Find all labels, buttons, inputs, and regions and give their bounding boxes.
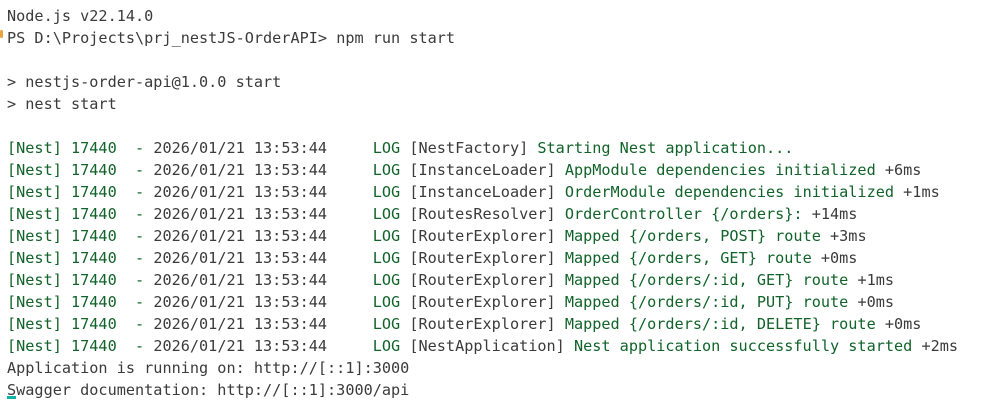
log-prefix: [Nest] 17440 - xyxy=(7,249,154,267)
log-line: [Nest] 17440 - 2026/01/21 13:53:44 LOG [… xyxy=(7,203,1001,225)
log-prefix: [Nest] 17440 - xyxy=(7,227,154,245)
log-message: AppModule dependencies initialized xyxy=(564,161,876,179)
log-timestamp: 2026/01/21 13:53:44 xyxy=(153,205,328,223)
log-context: [InstanceLoader] xyxy=(409,161,556,179)
swagger-docs-line: Swagger documentation: http://[::1]:3000… xyxy=(7,381,410,399)
log-line: [Nest] 17440 - 2026/01/21 13:53:44 LOG [… xyxy=(7,335,1001,357)
log-prefix: [Nest] 17440 - xyxy=(7,293,154,311)
log-message: Mapped {/orders, GET} route xyxy=(564,249,812,267)
log-timing: +1ms xyxy=(857,271,895,289)
log-message: OrderModule dependencies initialized xyxy=(564,183,894,201)
log-timing: +3ms xyxy=(830,227,867,245)
log-timestamp: 2026/01/21 13:53:44 xyxy=(153,271,328,289)
terminal-output[interactable]: Node.js v22.14.0 PS D:\Projects\prj_nest… xyxy=(0,0,1001,402)
log-level: LOG xyxy=(372,271,401,289)
log-timestamp: 2026/01/21 13:53:44 xyxy=(153,227,328,245)
npm-script-line: > nest start xyxy=(7,95,117,113)
terminal-cursor xyxy=(7,396,16,399)
log-level: LOG xyxy=(372,315,401,333)
log-prefix: [Nest] 17440 - xyxy=(7,183,154,201)
log-prefix: [Nest] 17440 - xyxy=(7,161,154,179)
log-list: [Nest] 17440 - 2026/01/21 13:53:44 LOG [… xyxy=(7,137,1001,357)
log-context: [RouterExplorer] xyxy=(409,249,556,267)
log-context: [RouterExplorer] xyxy=(409,293,556,311)
log-timestamp: 2026/01/21 13:53:44 xyxy=(153,183,328,201)
log-message: Mapped {/orders/:id, PUT} route xyxy=(564,293,849,311)
prompt-command: npm run start xyxy=(336,29,456,47)
log-timestamp: 2026/01/21 13:53:44 xyxy=(153,161,328,179)
log-level: LOG xyxy=(372,183,401,201)
log-timing: +6ms xyxy=(884,161,922,179)
log-prefix: [Nest] 17440 - xyxy=(7,315,154,333)
log-context: [RoutesResolver] xyxy=(409,205,556,223)
log-line: [Nest] 17440 - 2026/01/21 13:53:44 LOG [… xyxy=(7,269,1001,291)
log-level: LOG xyxy=(372,293,401,311)
log-prefix: [Nest] 17440 - xyxy=(7,139,154,157)
log-context: [NestApplication] xyxy=(409,337,565,355)
log-prefix: [Nest] 17440 - xyxy=(7,271,154,289)
log-message: Mapped {/orders/:id, GET} route xyxy=(564,271,849,289)
log-context: [NestFactory] xyxy=(409,139,529,157)
log-level: LOG xyxy=(372,161,401,179)
log-message: OrderController {/orders}: xyxy=(564,205,803,223)
log-context: [RouterExplorer] xyxy=(409,315,556,333)
log-line: [Nest] 17440 - 2026/01/21 13:53:44 LOG [… xyxy=(7,159,1001,181)
log-timestamp: 2026/01/21 13:53:44 xyxy=(153,249,328,267)
log-timestamp: 2026/01/21 13:53:44 xyxy=(153,293,328,311)
prompt-path: PS D:\Projects\prj_nestJS-OrderAPI> xyxy=(7,29,328,47)
command-decoration-icon[interactable] xyxy=(0,30,3,38)
prompt-line: PS D:\Projects\prj_nestJS-OrderAPI> npm … xyxy=(7,27,1001,49)
log-line: [Nest] 17440 - 2026/01/21 13:53:44 LOG [… xyxy=(7,313,1001,335)
npm-script-line: > nestjs-order-api@1.0.0 start xyxy=(7,73,282,91)
log-line: [Nest] 17440 - 2026/01/21 13:53:44 LOG [… xyxy=(7,291,1001,313)
log-line: [Nest] 17440 - 2026/01/21 13:53:44 LOG [… xyxy=(7,225,1001,247)
log-line: [Nest] 17440 - 2026/01/21 13:53:44 LOG [… xyxy=(7,181,1001,203)
log-timing: +0ms xyxy=(857,293,895,311)
log-timing: +0ms xyxy=(820,249,858,267)
log-prefix: [Nest] 17440 - xyxy=(7,205,154,223)
log-message: Starting Nest application... xyxy=(537,139,794,157)
log-timestamp: 2026/01/21 13:53:44 xyxy=(153,315,328,333)
log-timestamp: 2026/01/21 13:53:44 xyxy=(153,337,328,355)
log-level: LOG xyxy=(372,205,401,223)
log-line: [Nest] 17440 - 2026/01/21 13:53:44 LOG [… xyxy=(7,247,1001,269)
log-line: [Nest] 17440 - 2026/01/21 13:53:44 LOG [… xyxy=(7,137,1001,159)
log-level: LOG xyxy=(372,227,401,245)
log-level: LOG xyxy=(372,139,401,157)
log-timing: +0ms xyxy=(884,315,922,333)
log-timestamp: 2026/01/21 13:53:44 xyxy=(153,139,328,157)
node-version-line: Node.js v22.14.0 xyxy=(7,7,154,25)
log-context: [RouterExplorer] xyxy=(409,271,556,289)
log-level: LOG xyxy=(372,249,401,267)
log-timing: +14ms xyxy=(811,205,858,223)
log-timing: +2ms xyxy=(921,337,959,355)
log-level: LOG xyxy=(372,337,401,355)
log-prefix: [Nest] 17440 - xyxy=(7,337,154,355)
log-timing: +1ms xyxy=(903,183,940,201)
log-context: [RouterExplorer] xyxy=(409,227,556,245)
log-context: [InstanceLoader] xyxy=(409,183,556,201)
app-running-line: Application is running on: http://[::1]:… xyxy=(7,359,410,377)
log-message: Mapped {/orders, POST} route xyxy=(564,227,821,245)
log-message: Nest application successfully started xyxy=(573,337,913,355)
log-message: Mapped {/orders/:id, DELETE} route xyxy=(564,315,876,333)
